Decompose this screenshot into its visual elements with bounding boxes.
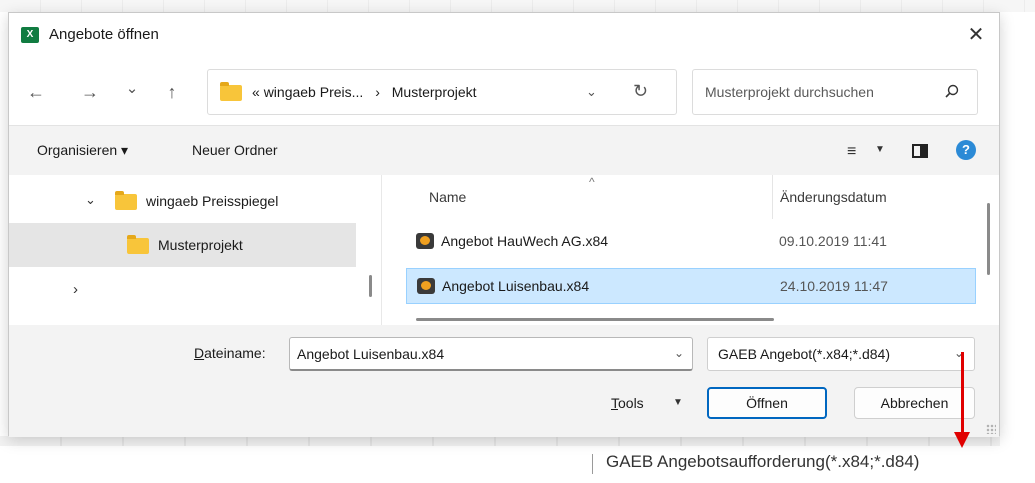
gaeb-file-icon <box>417 278 435 294</box>
callout-filetype-text: GAEB Angebotsaufforderung(*.x84;*.d84) <box>606 452 920 471</box>
filename-label-text: ateiname: <box>204 345 266 361</box>
address-bar[interactable]: « wingaeb Preis... › Musterprojekt ⌄ ↻ <box>207 69 677 115</box>
background-spreadsheet-top <box>0 0 1035 12</box>
sort-ascending-icon: ^ <box>589 175 595 189</box>
recent-locations-button[interactable]: ⌄ <box>119 76 145 102</box>
view-dropdown-icon[interactable]: ▼ <box>875 144 885 155</box>
file-modified-date: 09.10.2019 11:41 <box>779 233 887 249</box>
file-list-horizontal-scrollbar[interactable] <box>416 318 774 321</box>
chevron-right-icon[interactable]: › <box>73 281 78 298</box>
background-spreadsheet-bottom <box>0 436 1000 446</box>
annotation-arrow-head <box>954 432 970 448</box>
tree-item-musterprojekt[interactable]: Musterprojekt <box>9 223 356 267</box>
back-button[interactable]: ← <box>23 79 49 105</box>
tree-item-label: wingaeb Preisspiegel <box>146 193 279 209</box>
breadcrumb-separator[interactable]: › <box>375 84 380 100</box>
chevron-down-icon[interactable]: ⌄ <box>674 346 684 360</box>
dialog-footer: Dateiname: Angebot Luisenbau.x84 ⌄ GAEB … <box>9 325 999 437</box>
title-bar: X Angebote öffnen ✕ <box>9 13 999 57</box>
help-icon[interactable]: ? <box>956 140 976 160</box>
close-button[interactable]: ✕ <box>953 13 999 57</box>
breadcrumb: « wingaeb Preis... › Musterprojekt <box>252 84 477 100</box>
navigation-pane: ⌄ wingaeb Preisspiegel Musterprojekt › <box>9 175 381 325</box>
tools-dropdown-icon[interactable]: ▼ <box>673 397 683 408</box>
up-button[interactable]: ↑ <box>159 79 185 105</box>
column-separator[interactable] <box>772 175 773 219</box>
resize-grip[interactable] <box>986 424 996 434</box>
content-area: ⌄ wingaeb Preisspiegel Musterprojekt › ^… <box>9 175 999 325</box>
file-row-selected[interactable]: Angebot Luisenbau.x84 24.10.2019 11:47 <box>406 268 976 304</box>
folder-icon <box>127 235 149 254</box>
organize-button[interactable]: Organisieren ▾ <box>37 142 128 159</box>
filename-value[interactable]: Angebot Luisenbau.x84 <box>297 346 444 362</box>
preview-pane-icon[interactable] <box>912 144 928 158</box>
tools-label: ools <box>618 395 644 411</box>
tree-item-wingaeb-preisspiegel[interactable]: ⌄ wingaeb Preisspiegel <box>9 179 356 223</box>
filetype-select[interactable]: GAEB Angebot(*.x84;*.d84) ⌄ <box>707 337 975 371</box>
file-name: Angebot HauWech AG.x84 <box>441 233 609 249</box>
file-name: Angebot Luisenbau.x84 <box>442 278 590 294</box>
filename-label-accesskey: D <box>194 345 205 361</box>
filename-label: Dateiname: <box>194 345 266 361</box>
file-list-vertical-scrollbar[interactable] <box>987 203 990 275</box>
chevron-down-icon[interactable]: ⌄ <box>85 192 96 208</box>
folder-icon <box>220 82 242 101</box>
open-file-dialog: X Angebote öffnen ✕ ← → ⌄ ↑ « wingaeb Pr… <box>8 12 1000 437</box>
file-list: ^ Name Änderungsdatum Angebot HauWech AG… <box>389 175 1001 325</box>
search-input[interactable]: Musterprojekt durchsuchen <box>705 84 874 100</box>
dialog-title: Angebote öffnen <box>49 26 159 43</box>
callout-divider <box>592 454 593 474</box>
open-button[interactable]: Öffnen <box>707 387 827 419</box>
address-dropdown-icon[interactable]: ⌄ <box>586 84 597 100</box>
breadcrumb-overflow[interactable]: « <box>252 84 260 100</box>
excel-app-icon: X <box>21 27 43 43</box>
command-bar: Organisieren ▾ Neuer Ordner ≡ ▼ ? <box>9 125 999 175</box>
folder-icon <box>115 191 137 210</box>
column-header-modified[interactable]: Änderungsdatum <box>780 189 887 205</box>
navigation-scrollbar[interactable] <box>369 275 372 297</box>
screenshot-stage: X Angebote öffnen ✕ ← → ⌄ ↑ « wingaeb Pr… <box>0 0 1035 483</box>
file-row[interactable]: Angebot HauWech AG.x84 09.10.2019 11:41 <box>406 224 976 260</box>
search-icon[interactable] <box>945 84 959 98</box>
annotation-arrow-line <box>961 352 964 436</box>
tools-accesskey: T <box>611 395 618 411</box>
forward-button[interactable]: → <box>77 79 103 105</box>
tools-button[interactable]: Tools <box>611 395 644 411</box>
navigation-bar: ← → ⌄ ↑ « wingaeb Preis... › Musterproje… <box>9 57 999 125</box>
tree-item-collapsed[interactable]: › <box>9 267 356 311</box>
column-header-name[interactable]: Name <box>429 189 466 205</box>
refresh-button[interactable]: ↻ <box>633 81 648 102</box>
gaeb-file-icon <box>416 233 434 249</box>
view-list-icon[interactable]: ≡ <box>847 143 856 161</box>
search-box[interactable]: Musterprojekt durchsuchen <box>692 69 978 115</box>
new-folder-button[interactable]: Neuer Ordner <box>192 142 278 158</box>
cancel-button[interactable]: Abbrechen <box>854 387 975 419</box>
pane-divider[interactable] <box>381 175 382 325</box>
breadcrumb-item-wingaeb[interactable]: wingaeb Preis... <box>264 84 364 100</box>
breadcrumb-item-musterprojekt[interactable]: Musterprojekt <box>392 84 477 100</box>
tree-item-label: Musterprojekt <box>158 237 243 253</box>
filetype-value[interactable]: GAEB Angebot(*.x84;*.d84) <box>718 346 890 362</box>
filename-field[interactable]: Angebot Luisenbau.x84 ⌄ <box>289 337 693 371</box>
file-modified-date: 24.10.2019 11:47 <box>780 278 888 294</box>
